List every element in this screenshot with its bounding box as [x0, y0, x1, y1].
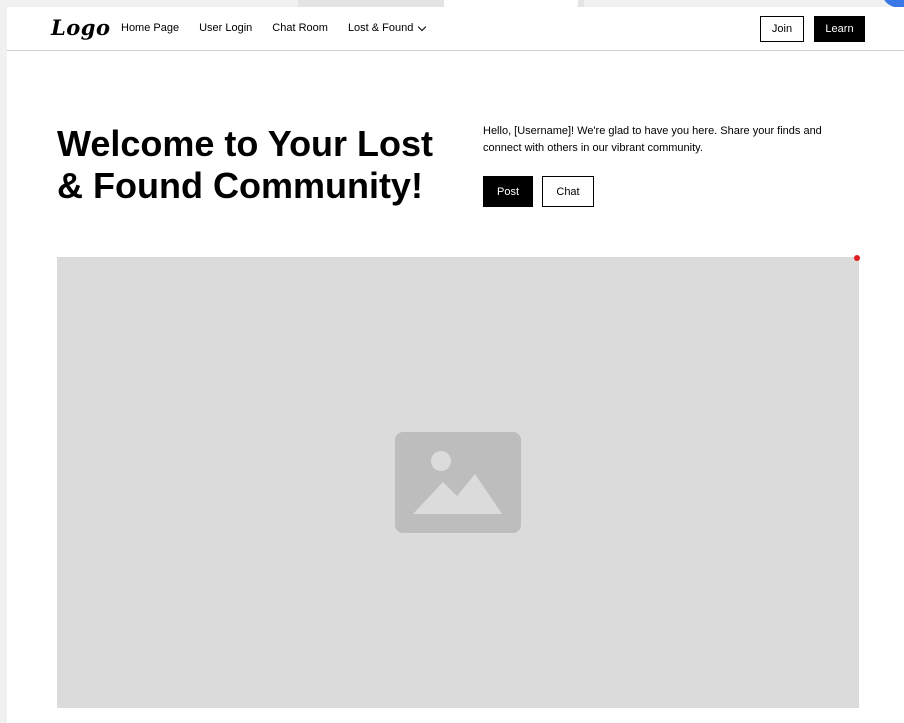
learn-button[interactable]: Learn: [814, 16, 865, 42]
nav-dropdown-label: Lost & Found: [347, 22, 414, 34]
chat-button[interactable]: Chat: [542, 176, 594, 207]
image-placeholder-icon: [395, 432, 521, 533]
nav-link-home[interactable]: Home Page: [121, 22, 179, 34]
status-indicator-dot: [854, 255, 860, 261]
nav-links: Home Page User Login Chat Room Lost & Fo…: [121, 22, 427, 34]
page: Logo Home Page User Login Chat Room Lost…: [7, 7, 904, 723]
post-button[interactable]: Post: [483, 176, 533, 207]
nav-link-user-login[interactable]: User Login: [199, 22, 252, 34]
hero-image-placeholder: [57, 257, 859, 708]
chevron-down-icon: [418, 22, 427, 31]
logo[interactable]: Logo: [51, 15, 110, 40]
nav-link-chat-room[interactable]: Chat Room: [272, 22, 328, 34]
hero-title: Welcome to Your Lost & Found Community!: [57, 123, 434, 206]
hero-description: Hello, [Username]! We're glad to have yo…: [483, 125, 822, 154]
nav-dropdown-lost-found[interactable]: Lost & Found: [347, 22, 427, 34]
join-button[interactable]: Join: [760, 16, 804, 42]
navbar: Logo Home Page User Login Chat Room Lost…: [7, 7, 904, 51]
